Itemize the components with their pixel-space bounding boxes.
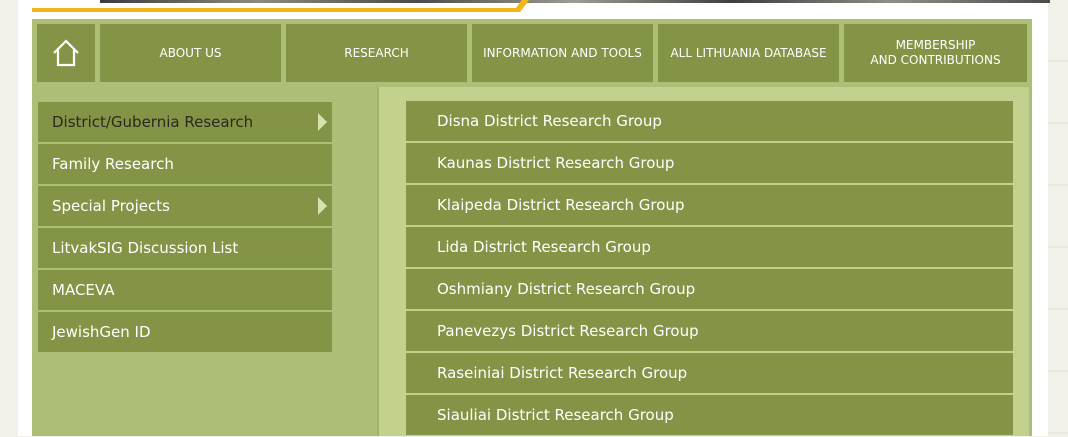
main-frame: ABOUT US RESEARCH INFORMATION AND TOOLS … [32, 19, 1032, 436]
nav-research[interactable]: RESEARCH [286, 24, 467, 82]
nav-all-lithuania-database[interactable]: ALL LITHUANIA DATABASE [658, 24, 839, 82]
submenu-item-siauliai[interactable]: Siauliai District Research Group [406, 395, 1013, 435]
sidebar-item-label: JewishGen ID [52, 323, 151, 341]
page-container: ABOUT US RESEARCH INFORMATION AND TOOLS … [18, 0, 1050, 436]
nav-information-and-tools[interactable]: INFORMATION AND TOOLS [472, 24, 653, 82]
background-map-decoration [1048, 0, 1068, 436]
chevron-right-icon [318, 197, 327, 215]
sidebar-item-special-projects[interactable]: Special Projects [38, 186, 332, 226]
district-submenu-panel: Disna District Research Group Kaunas Dis… [377, 87, 1029, 436]
submenu-item-panevezys[interactable]: Panevezys District Research Group [406, 311, 1013, 351]
submenu-item-raseiniai[interactable]: Raseiniai District Research Group [406, 353, 1013, 393]
sidebar-item-jewishgen-id[interactable]: JewishGen ID [38, 312, 332, 352]
sidebar-item-label: MACEVA [52, 281, 115, 299]
sidebar-item-district-gubernia-research[interactable]: District/Gubernia Research [38, 102, 332, 142]
sidebar-item-label: Family Research [52, 155, 174, 173]
nav-membership-and-contributions[interactable]: MEMBERSHIP AND CONTRIBUTIONS [844, 24, 1027, 82]
sidebar-item-label: District/Gubernia Research [52, 113, 254, 131]
submenu-item-oshmiany[interactable]: Oshmiany District Research Group [406, 269, 1013, 309]
research-sidebar-menu: District/Gubernia Research Family Resear… [38, 102, 332, 354]
nav-about-us[interactable]: ABOUT US [100, 24, 281, 82]
main-nav: ABOUT US RESEARCH INFORMATION AND TOOLS … [37, 24, 1027, 82]
sidebar-item-label: Special Projects [52, 197, 170, 215]
sidebar-item-maceva[interactable]: MACEVA [38, 270, 332, 310]
chevron-right-icon [318, 113, 327, 131]
sidebar-item-litvaksig-discussion-list[interactable]: LitvakSIG Discussion List [38, 228, 332, 268]
nav-home-button[interactable] [37, 24, 95, 82]
submenu-item-lida[interactable]: Lida District Research Group [406, 227, 1013, 267]
sidebar-item-label: LitvakSIG Discussion List [52, 239, 239, 257]
submenu-item-disna[interactable]: Disna District Research Group [406, 101, 1013, 141]
district-group-list: Disna District Research Group Kaunas Dis… [406, 101, 1013, 437]
sidebar-item-family-research[interactable]: Family Research [38, 144, 332, 184]
home-icon [53, 39, 79, 67]
header-accent-line [32, 8, 518, 12]
header-banner-image [100, 0, 1050, 3]
submenu-item-kaunas[interactable]: Kaunas District Research Group [406, 143, 1013, 183]
submenu-item-klaipeda[interactable]: Klaipeda District Research Group [406, 185, 1013, 225]
